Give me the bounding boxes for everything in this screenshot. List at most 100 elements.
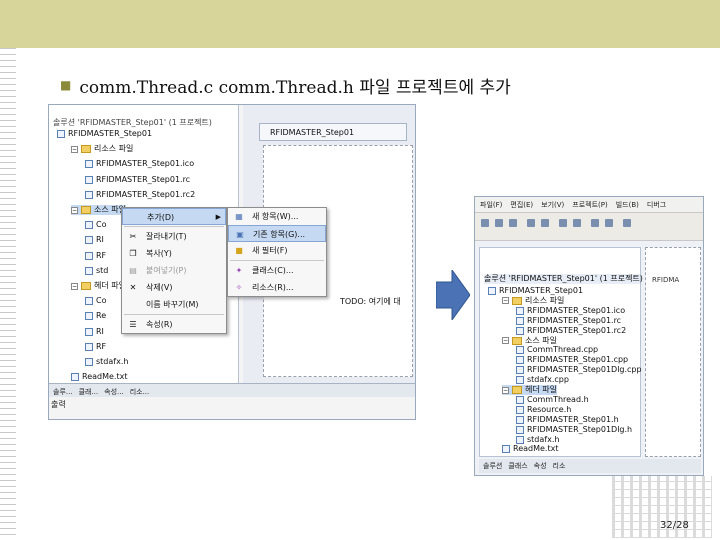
collapse-icon[interactable]: − xyxy=(502,386,509,394)
menu-item-cut[interactable]: ✂ 잘라내기(T) xyxy=(122,228,226,245)
tree-item-label: RFIDMASTER_Step01.ico xyxy=(96,159,195,169)
tree-file[interactable]: RF xyxy=(85,251,106,261)
tree-file[interactable]: stdafx.cpp xyxy=(516,375,569,385)
tree-file[interactable]: CommThread.cpp xyxy=(516,345,598,355)
menu-item-paste[interactable]: ▤ 붙여넣기(P) xyxy=(122,262,226,279)
file-icon xyxy=(516,405,524,414)
menu-item-class[interactable]: ✦ 클래스(C)... xyxy=(228,262,326,279)
tree-file[interactable]: stdafx.h xyxy=(516,435,559,445)
menu-edit[interactable]: 편집(E) xyxy=(510,200,533,209)
tree-file[interactable]: RI xyxy=(85,235,104,245)
tree-file[interactable]: RFIDMASTER_Step01.rc xyxy=(85,175,190,185)
menu-item-copy[interactable]: ❐ 복사(Y) xyxy=(122,245,226,262)
tree-file[interactable]: Re xyxy=(85,311,106,321)
tab-class[interactable]: 클래스 xyxy=(508,461,527,471)
collapse-icon[interactable]: − xyxy=(71,206,78,214)
file-icon xyxy=(516,376,524,385)
tree-file[interactable]: RF xyxy=(85,342,106,352)
tree-folder[interactable]: − 헤더 파일 xyxy=(502,385,557,395)
menu-item-properties[interactable]: ☰ 속성(R) xyxy=(122,316,226,333)
tree-folder[interactable]: − 소스 파일 xyxy=(502,336,557,346)
toolbar-button[interactable] xyxy=(509,219,517,227)
tree-file[interactable]: RFIDMASTER_Step01.rc xyxy=(516,316,621,326)
menu-build[interactable]: 빌드(B) xyxy=(616,200,639,209)
tree-file[interactable]: stdafx.h xyxy=(85,357,128,367)
tree-item-label: RFIDMASTER_Step01.rc xyxy=(527,315,622,325)
tree-file[interactable]: RFIDMASTER_Step01.h xyxy=(516,415,619,425)
menu-item-new-filter[interactable]: ■ 새 필터(F) xyxy=(228,242,326,259)
menu-file[interactable]: 파일(F) xyxy=(480,200,502,209)
menu-item-new-item[interactable]: ▦ 새 항목(W)... xyxy=(228,208,326,225)
menu-item-existing-item[interactable]: ▣ 기존 항목(G)... xyxy=(228,225,326,242)
folder-icon xyxy=(512,296,522,305)
tree-item-label: RF xyxy=(96,341,107,351)
tree-file[interactable]: Co xyxy=(85,296,106,306)
tree-file[interactable]: Co xyxy=(85,220,106,230)
toolbar-button[interactable] xyxy=(527,219,535,227)
collapse-icon[interactable]: − xyxy=(71,282,78,290)
collapse-icon[interactable]: − xyxy=(502,337,509,344)
tab-resource[interactable]: 리소 xyxy=(553,461,566,471)
tree-file[interactable]: RFIDMASTER_Step01.ico xyxy=(516,306,625,316)
tree-item-label: RFIDMASTER_Step01.rc2 xyxy=(96,189,196,199)
tree-file[interactable]: RFIDMASTER_Step01Dlg.cpp xyxy=(516,365,642,375)
tree-file[interactable]: ReadMe.txt xyxy=(502,444,558,454)
folder-icon xyxy=(512,386,522,394)
project-icon xyxy=(488,287,496,295)
tree-project[interactable]: RFIDMASTER_Step01 xyxy=(488,286,583,296)
tree-file[interactable]: Resource.h xyxy=(516,405,571,415)
file-icon xyxy=(85,236,93,245)
folder-icon xyxy=(81,206,91,214)
tree-item-label: RFIDMASTER_Step01.h xyxy=(527,414,619,424)
file-icon xyxy=(516,435,524,444)
tab-resource[interactable]: 리소... xyxy=(130,387,150,396)
file-icon xyxy=(85,221,93,230)
tree-project[interactable]: RFIDMASTER_Step01 xyxy=(57,129,152,139)
tree-file[interactable]: RFIDMASTER_Step01.rc2 xyxy=(85,190,195,200)
toolbar-button[interactable] xyxy=(605,219,613,227)
tree-item-label: RFIDMASTER_Step01.rc2 xyxy=(527,325,627,335)
menu-item-resource[interactable]: ✧ 리소스(R)... xyxy=(228,279,326,296)
tree-file[interactable]: RFIDMASTER_Step01.cpp xyxy=(516,355,628,365)
tree-item-label: CommThread.h xyxy=(527,394,589,404)
tree-file[interactable]: std xyxy=(85,266,108,276)
collapse-icon[interactable]: − xyxy=(71,145,78,153)
file-icon xyxy=(516,316,524,325)
tab-class[interactable]: 클래... xyxy=(79,387,99,396)
toolbar-button[interactable] xyxy=(573,219,581,227)
menu-item-add[interactable]: 추가(D) ▶ xyxy=(122,208,226,225)
toolbar-button[interactable] xyxy=(481,219,489,227)
tree-file[interactable]: RFIDMASTER_Step01.ico xyxy=(85,159,194,169)
tree-file[interactable]: CommThread.h xyxy=(516,395,589,405)
tree-file[interactable]: RFIDMASTER_Step01Dlg.h xyxy=(516,425,632,435)
menu-item-rename[interactable]: 이름 바꾸기(M) xyxy=(122,296,226,313)
toolbar-button[interactable] xyxy=(541,219,549,227)
tree-file[interactable]: RFIDMASTER_Step01.rc2 xyxy=(516,326,626,336)
menu-item-delete[interactable]: ✕ 삭제(V) xyxy=(122,279,226,296)
tree-item-label: stdafx.cpp xyxy=(527,375,569,385)
tree-item-label: RFIDMASTER_Step01Dlg.h xyxy=(527,424,633,434)
tree-file[interactable]: ReadMe.txt xyxy=(71,372,127,382)
tree-folder[interactable]: − 헤더 파일 xyxy=(71,281,126,291)
tab-properties[interactable]: 속성... xyxy=(104,387,124,396)
slide-top-band xyxy=(0,0,720,48)
editor-tab[interactable]: RFIDMASTER_Step01 xyxy=(259,123,407,141)
tree-folder[interactable]: − 리소스 파일 xyxy=(502,296,564,306)
menu-debug[interactable]: 디버그 xyxy=(647,200,666,209)
editor-tab[interactable]: RFIDMA xyxy=(652,276,679,284)
menu-view[interactable]: 보기(V) xyxy=(541,200,564,209)
tree-folder[interactable]: − 소스 파일 xyxy=(71,205,126,215)
toolbar-button[interactable] xyxy=(559,219,567,227)
tab-solution[interactable]: 솔루션 xyxy=(483,461,502,471)
file-icon xyxy=(85,160,93,169)
tab-solution[interactable]: 솔루... xyxy=(53,387,73,396)
toolbar-button[interactable] xyxy=(623,219,631,227)
tab-properties[interactable]: 속성 xyxy=(534,461,547,471)
menu-project[interactable]: 프로젝트(P) xyxy=(572,200,607,209)
collapse-icon[interactable]: − xyxy=(502,297,509,305)
toolbar-button[interactable] xyxy=(591,219,599,227)
toolbar xyxy=(475,213,703,241)
toolbar-button[interactable] xyxy=(495,219,503,227)
tree-file[interactable]: RI xyxy=(85,327,104,337)
tree-folder[interactable]: − 리소스 파일 xyxy=(71,144,133,154)
